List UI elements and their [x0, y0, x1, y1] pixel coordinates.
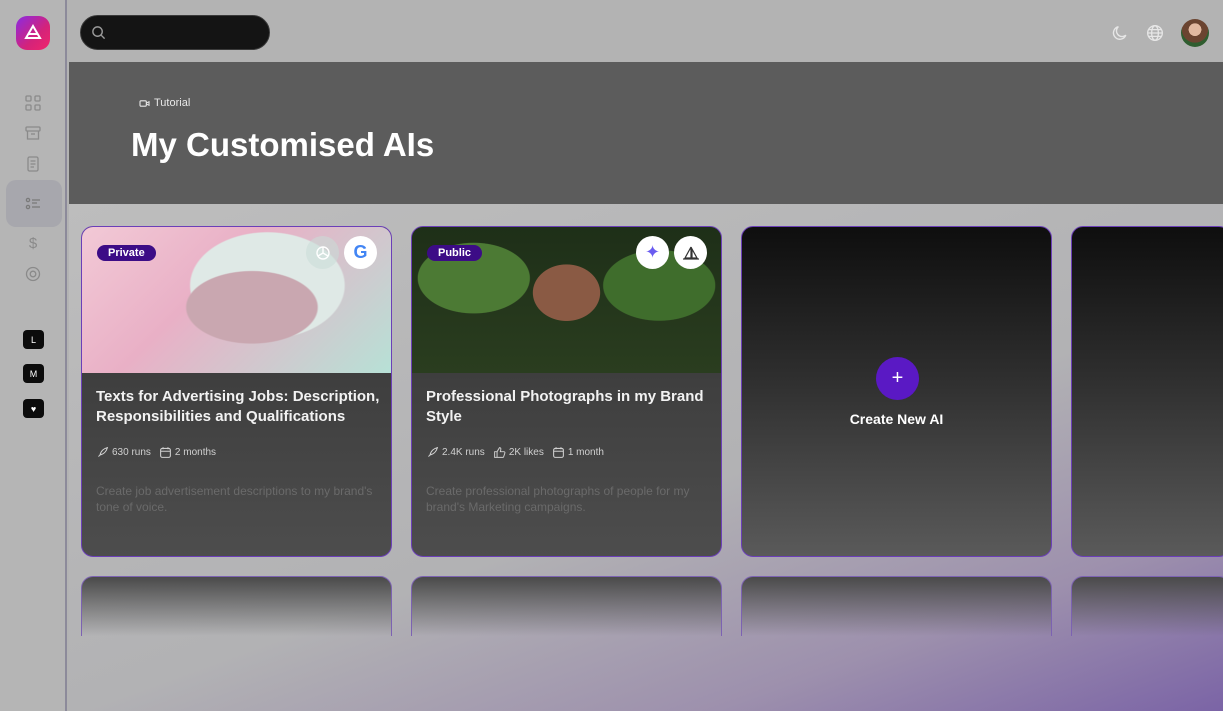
create-ai-label: Create New AI: [849, 411, 944, 427]
logo-mark-icon: [24, 24, 42, 39]
ai-card-placeholder[interactable]: [741, 576, 1052, 636]
tutorial-link[interactable]: Tutorial: [139, 97, 190, 109]
card-description: Create professional photographs of peopl…: [426, 484, 690, 514]
search-icon: [92, 26, 106, 40]
runs-count: 2.4K runs: [442, 447, 485, 458]
ai-card-placeholder[interactable]: [81, 576, 392, 636]
card-age: 2 months: [174, 447, 217, 458]
card-title: Professional Photographs in my Brand Sty…: [426, 388, 704, 425]
openai-icon: [306, 236, 339, 269]
document-icon[interactable]: [24, 155, 42, 173]
workspace-heart[interactable]: ♥: [23, 399, 44, 418]
runs-count: 630 runs: [112, 447, 151, 458]
brand-logo[interactable]: [16, 16, 50, 50]
likes-count: 2K likes: [508, 447, 544, 458]
create-ai-button[interactable]: +: [876, 357, 919, 400]
card-age: 1 month: [567, 447, 604, 458]
video-icon: [139, 99, 150, 107]
page-title: My Customised AIs: [131, 126, 435, 163]
ai-card-placeholder[interactable]: [411, 576, 722, 636]
visibility-badge: Private: [97, 245, 156, 261]
user-avatar[interactable]: [1181, 19, 1209, 47]
card-title: Texts for Advertising Jobs: Description,…: [96, 388, 380, 425]
card-meta: 630 runs 2 months: [96, 446, 216, 459]
support-icon[interactable]: [24, 265, 42, 283]
globe-icon[interactable]: [1146, 24, 1164, 42]
search-input[interactable]: [80, 15, 270, 50]
calendar-icon: [552, 447, 564, 458]
ai-card-placeholder[interactable]: [1071, 576, 1223, 636]
ai-card[interactable]: Private G Texts for Advertising Jobs: De…: [81, 226, 392, 557]
page-header: Tutorial My Customised AIs: [69, 62, 1223, 204]
workspace-l[interactable]: L: [23, 330, 44, 349]
calendar-icon: [160, 447, 171, 458]
create-ai-card[interactable]: + Create New AI: [741, 226, 1052, 557]
workspace-m[interactable]: M: [23, 364, 44, 383]
visibility-badge: Public: [427, 245, 483, 261]
dollar-icon[interactable]: $: [24, 234, 42, 252]
archive-icon[interactable]: [24, 124, 42, 142]
tutorial-label: Tutorial: [154, 97, 191, 109]
list-icon[interactable]: [24, 195, 42, 213]
thumbs-up-icon: [493, 447, 506, 458]
dashboard-icon[interactable]: [24, 94, 42, 112]
moon-icon[interactable]: [1112, 24, 1129, 41]
ai-card[interactable]: Public ✦ Professional Photographs in my …: [411, 226, 722, 557]
google-icon: G: [344, 236, 377, 269]
rocket-icon: [98, 446, 109, 457]
rocket-icon: [428, 446, 439, 457]
sidebar: $ L M ♥: [0, 0, 67, 711]
sparkle-icon: ✦: [636, 236, 669, 269]
ai-card-placeholder[interactable]: [1071, 226, 1223, 557]
card-description: Create job advertisement descriptions to…: [96, 484, 373, 514]
sailboat-icon: [674, 236, 707, 269]
card-meta: 2.4K runs 2K likes 1 month: [426, 446, 604, 459]
